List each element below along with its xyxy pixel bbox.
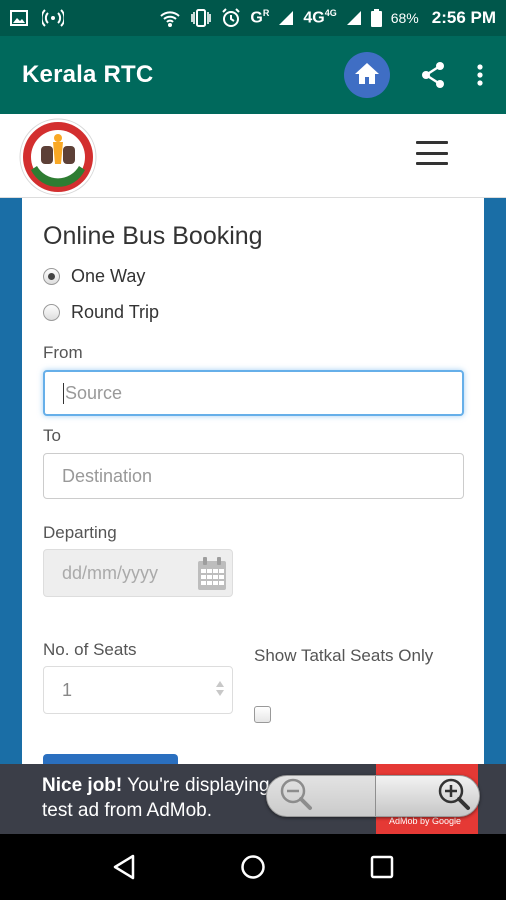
system-nav-bar: [0, 834, 506, 900]
from-label: From: [43, 343, 83, 362]
text-caret: [63, 382, 64, 404]
one-way-label: One Way: [71, 266, 146, 286]
zoom-in-button[interactable]: [374, 776, 479, 816]
ksrtc-logo[interactable]: [19, 118, 97, 196]
more-vert-icon[interactable]: [476, 63, 484, 87]
to-label: To: [43, 426, 61, 445]
seats-value: 1: [62, 679, 73, 700]
seats-label: No. of Seats: [43, 640, 137, 659]
wifi-calling-icon: [159, 8, 181, 28]
source-placeholder: Source: [65, 382, 123, 403]
battery-percent: 68%: [390, 10, 419, 26]
alarm-icon: [221, 8, 241, 28]
app-title: Kerala RTC: [22, 61, 154, 88]
destination-input[interactable]: Destination: [43, 453, 464, 499]
zoom-out-icon: [279, 777, 313, 816]
round-trip-radio[interactable]: [43, 304, 60, 321]
network2-label: 4G4G: [303, 8, 337, 27]
signal-icon: [278, 8, 294, 28]
ad-badge: AdMob by Google: [389, 816, 462, 826]
status-bar: GR 4G4G 68% 2:56 PM: [0, 0, 506, 36]
tatkal-checkbox[interactable]: [254, 706, 271, 723]
round-trip-label: Round Trip: [71, 302, 160, 322]
clock: 2:56 PM: [431, 8, 496, 27]
seats-input[interactable]: 1: [43, 666, 233, 714]
seats-stepper[interactable]: [216, 681, 224, 696]
one-way-radio[interactable]: [43, 268, 60, 285]
stepper-up-icon: [216, 681, 224, 687]
hotspot-icon: [42, 8, 64, 28]
share-icon[interactable]: [420, 61, 446, 89]
back-icon[interactable]: [104, 847, 144, 887]
site-header: [0, 114, 506, 198]
home-button[interactable]: [344, 52, 390, 98]
source-input[interactable]: Source: [43, 370, 464, 416]
zoom-out-button[interactable]: [267, 776, 375, 816]
round-trip-option[interactable]: Round Trip: [43, 302, 159, 323]
departing-date-input[interactable]: dd/mm/yyyy: [43, 549, 233, 597]
recents-icon[interactable]: [362, 847, 402, 887]
image-icon: [10, 8, 28, 28]
hamburger-icon[interactable]: [416, 141, 448, 165]
home-circle-icon[interactable]: [233, 847, 273, 887]
destination-placeholder: Destination: [62, 465, 153, 486]
one-way-option[interactable]: One Way: [43, 266, 145, 287]
battery-icon: [370, 8, 382, 28]
form-title: Online Bus Booking: [43, 222, 263, 250]
tatkal-label: Show Tatkal Seats Only: [254, 646, 434, 665]
signal2-icon: [346, 8, 362, 28]
network-label: GR: [250, 8, 270, 27]
calendar-icon[interactable]: [197, 557, 227, 596]
booking-panel: Online Bus Booking One Way Round Trip Fr…: [22, 198, 484, 784]
zoom-controls: [266, 775, 480, 817]
departing-label: Departing: [43, 523, 117, 542]
ad-text: Nice job! You're displaying a test ad fr…: [42, 775, 286, 821]
stepper-down-icon: [216, 690, 224, 696]
vibrate-icon: [190, 8, 212, 28]
app-bar: Kerala RTC: [0, 36, 506, 114]
home-icon: [354, 61, 380, 90]
date-placeholder: dd/mm/yyyy: [62, 562, 159, 583]
zoom-in-icon: [437, 777, 471, 816]
